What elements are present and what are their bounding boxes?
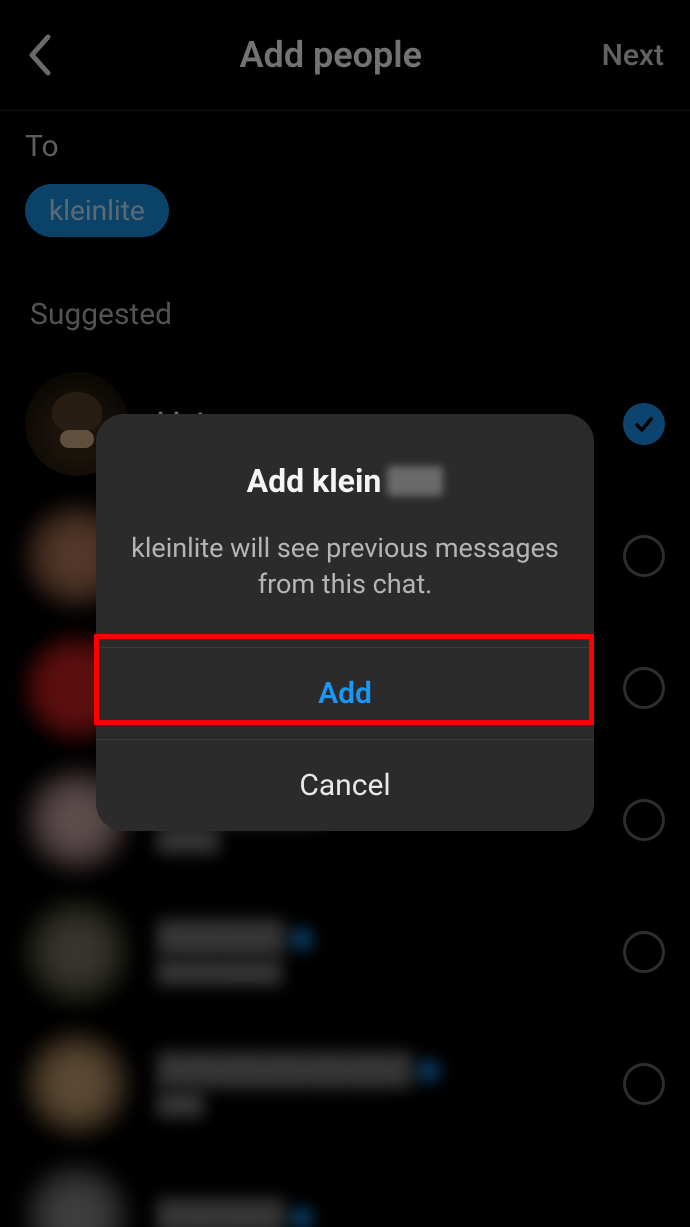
modal-body: kleinlite will see previous messages fro… <box>96 530 594 647</box>
modal-header: Add klein <box>96 414 594 530</box>
modal-title: Add klein <box>126 462 564 500</box>
add-button[interactable]: Add <box>96 647 594 739</box>
modal-title-text: Add klein <box>247 462 382 500</box>
confirm-modal: Add klein kleinlite will see previous me… <box>96 414 594 831</box>
redacted-text <box>387 466 443 496</box>
cancel-button[interactable]: Cancel <box>96 739 594 831</box>
